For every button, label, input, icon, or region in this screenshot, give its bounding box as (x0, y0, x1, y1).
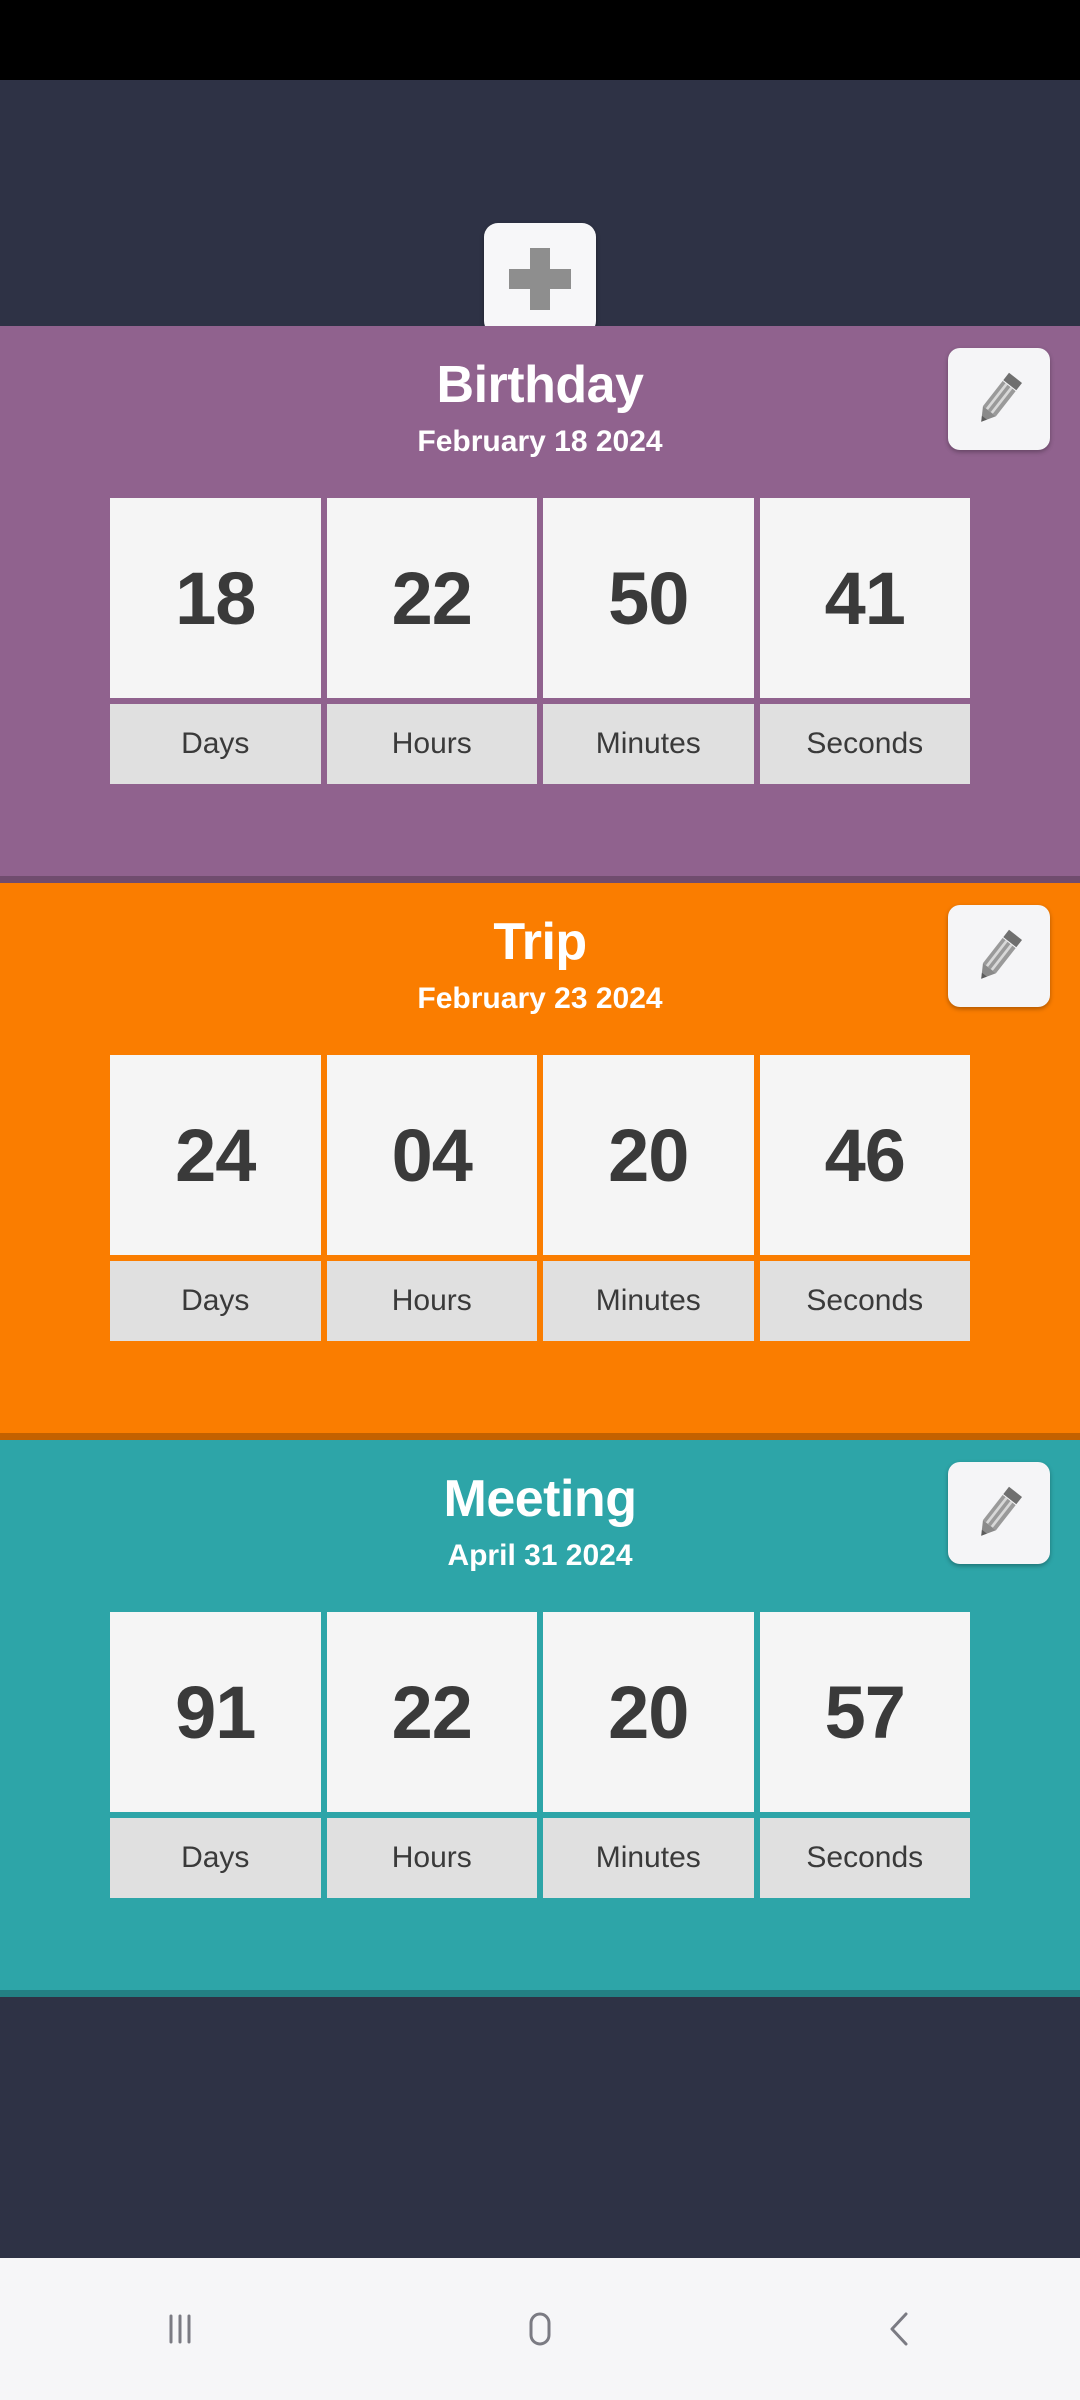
countdown-label: Minutes (543, 1261, 754, 1341)
recents-icon (169, 2314, 191, 2344)
countdown-label: Hours (326, 1818, 537, 1898)
countdown-unit: 20 Minutes (543, 1055, 754, 1341)
countdown-label: Seconds (759, 1818, 970, 1898)
countdown-unit: 91 Days (110, 1612, 321, 1898)
countdown-label: Minutes (543, 704, 754, 784)
event-date: April 31 2024 (447, 1539, 633, 1572)
countdown-unit: 22 Hours (326, 1612, 537, 1898)
empty-area (0, 1997, 1080, 2258)
countdown-value: 20 (543, 1055, 754, 1255)
event-title: Trip (493, 913, 587, 971)
countdown-label: Seconds (759, 704, 970, 784)
countdown-value: 24 (110, 1055, 321, 1255)
app-header (0, 80, 1080, 335)
countdown-unit: 22 Hours (326, 498, 537, 784)
countdown-value: 57 (759, 1612, 970, 1812)
countdown-value: 22 (326, 498, 537, 698)
countdown-unit: 46 Seconds (759, 1055, 970, 1341)
system-status-bar (0, 0, 1080, 80)
event-title: Meeting (443, 1470, 637, 1528)
event-title: Birthday (436, 356, 644, 414)
countdown-grid: 24 Days 04 Hours 20 Minutes 46 Seconds (110, 1055, 970, 1341)
nav-back-button[interactable] (720, 2258, 1080, 2400)
countdown-unit: 50 Minutes (543, 498, 754, 784)
home-icon (529, 2312, 551, 2346)
event-card[interactable]: Meeting April 31 2024 91 Days 22 Hours 2… (0, 1440, 1080, 1997)
countdown-value: 20 (543, 1612, 754, 1812)
countdown-label: Days (110, 704, 321, 784)
countdown-label: Minutes (543, 1818, 754, 1898)
add-event-button[interactable] (484, 223, 596, 335)
countdown-unit: 20 Minutes (543, 1612, 754, 1898)
countdown-unit: 41 Seconds (759, 498, 970, 784)
nav-recents-button[interactable] (0, 2258, 360, 2400)
edit-event-button[interactable] (948, 905, 1050, 1007)
event-date: February 18 2024 (417, 425, 663, 458)
countdown-label: Days (110, 1261, 321, 1341)
countdown-unit: 18 Days (110, 498, 321, 784)
countdown-value: 22 (326, 1612, 537, 1812)
countdown-value: 18 (110, 498, 321, 698)
back-icon (890, 2312, 908, 2346)
plus-icon (509, 248, 571, 310)
countdown-value: 50 (543, 498, 754, 698)
event-card[interactable]: Trip February 23 2024 24 Days 04 Hours 2… (0, 883, 1080, 1440)
edit-event-button[interactable] (948, 1462, 1050, 1564)
edit-event-button[interactable] (948, 348, 1050, 450)
countdown-grid: 91 Days 22 Hours 20 Minutes 57 Seconds (110, 1612, 970, 1898)
card-divider (0, 1990, 1080, 1997)
countdown-grid: 18 Days 22 Hours 50 Minutes 41 Seconds (110, 498, 970, 784)
android-nav-bar (0, 2258, 1080, 2400)
countdown-unit: 57 Seconds (759, 1612, 970, 1898)
countdown-label: Days (110, 1818, 321, 1898)
countdown-value: 41 (759, 498, 970, 698)
countdown-value: 04 (326, 1055, 537, 1255)
countdown-unit: 04 Hours (326, 1055, 537, 1341)
countdown-label: Hours (326, 704, 537, 784)
countdown-label: Seconds (759, 1261, 970, 1341)
countdown-value: 91 (110, 1612, 321, 1812)
card-divider (0, 876, 1080, 883)
card-divider (0, 1433, 1080, 1440)
countdown-label: Hours (326, 1261, 537, 1341)
countdown-unit: 24 Days (110, 1055, 321, 1341)
event-date: February 23 2024 (417, 982, 663, 1015)
countdown-value: 46 (759, 1055, 970, 1255)
event-card[interactable]: Birthday February 18 2024 18 Days 22 Hou… (0, 326, 1080, 883)
phone-screen: Birthday February 18 2024 18 Days 22 Hou… (0, 0, 1080, 2400)
nav-home-button[interactable] (360, 2258, 720, 2400)
